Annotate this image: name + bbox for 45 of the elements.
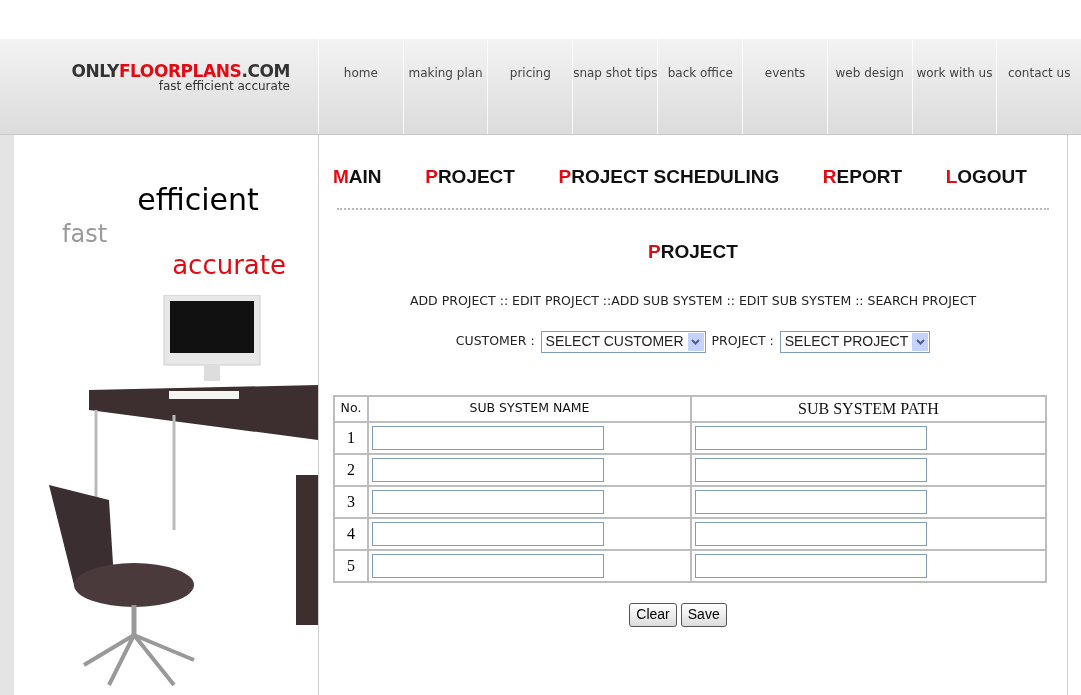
nav-link[interactable]: home [318, 39, 403, 134]
row-number: 1 [334, 421, 368, 454]
name-input-field[interactable] [372, 489, 604, 514]
nav-link[interactable]: events [742, 39, 827, 134]
nav-link[interactable]: making plan [402, 39, 488, 134]
menu-link[interactable]: LOGOUT [945, 163, 1027, 192]
nav-link[interactable]: back office [657, 39, 743, 134]
row-number: 2 [334, 453, 368, 486]
name-input-field[interactable] [372, 553, 604, 578]
logo-tagline: fast efficient accurate [158, 80, 290, 93]
row-number: 4 [334, 517, 368, 550]
column-header: SUB SYSTEM PATH [691, 395, 1046, 422]
nav-link[interactable]: pricing [487, 39, 573, 134]
select-dropdown[interactable]: SELECT PROJECT [779, 330, 931, 353]
nav-link[interactable]: web design [826, 39, 912, 134]
filter-label: PROJECT : [711, 332, 774, 351]
nav-link[interactable]: work with us [911, 39, 997, 134]
name-input-field[interactable] [372, 521, 604, 546]
menu-link[interactable]: PROJECT SCHEDULING [558, 163, 780, 192]
form-button[interactable]: Clear [629, 602, 677, 627]
nav-link[interactable]: snap shot tips [572, 39, 658, 134]
sub-navigation-links: ADD PROJECT :: EDIT PROJECT ::ADD SUB SYSTEM :: EDIT SUB SYSTEM :: SEARCH PROJECT [409, 292, 977, 310]
path-input-field[interactable] [695, 489, 927, 514]
path-input-field[interactable] [695, 553, 927, 578]
column-header: SUB SYSTEM NAME [368, 395, 691, 422]
row-number: 5 [334, 549, 368, 582]
banner-word: accurate [172, 248, 287, 281]
name-input-field[interactable] [372, 457, 604, 482]
name-input-field[interactable] [372, 425, 604, 450]
banner-word: fast [61, 218, 108, 249]
path-input-field[interactable] [695, 521, 927, 546]
banner-word: efficient [136, 181, 259, 219]
path-input-field[interactable] [695, 457, 927, 482]
nav-link[interactable]: contact us [996, 39, 1081, 134]
path-input-field[interactable] [695, 425, 927, 450]
site-logo[interactable]: ONLYFLOORPLANS.COM [71, 63, 290, 81]
row-number: 3 [334, 485, 368, 518]
form-button[interactable]: Save [680, 602, 727, 627]
menu-link[interactable]: MAIN [333, 163, 382, 192]
column-header: No. [334, 395, 368, 422]
menu-link[interactable]: REPORT [822, 163, 903, 192]
filter-label: CUSTOMER : [455, 332, 535, 351]
menu-link[interactable]: PROJECT [425, 163, 515, 192]
select-dropdown[interactable]: SELECT CUSTOMER [540, 330, 706, 353]
page-title: PROJECT [648, 239, 738, 264]
